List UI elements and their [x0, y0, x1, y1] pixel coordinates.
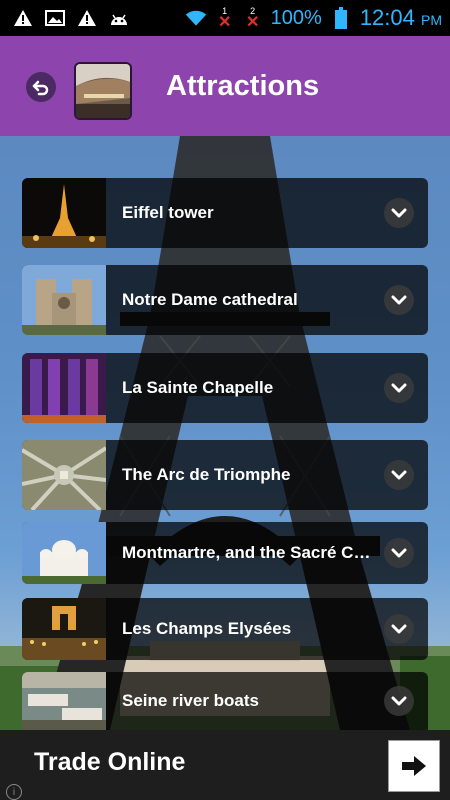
thumbnail-notre-dame	[22, 265, 106, 335]
list-item[interactable]: Notre Dame cathedral	[22, 265, 428, 335]
list-item-label: Seine river boats	[122, 691, 260, 710]
thumbnail-seine-boats	[22, 672, 106, 730]
ad-go-button[interactable]	[388, 740, 440, 792]
list-item[interactable]: The Arc de Triomphe	[22, 440, 428, 510]
list-item[interactable]: Eiffel tower	[22, 178, 428, 248]
list-item-label: Notre Dame cathedral	[122, 290, 298, 309]
thumbnail-eiffel-tower	[22, 178, 106, 248]
image-icon	[44, 7, 66, 29]
android-icon	[108, 7, 130, 29]
chevron-down-icon[interactable]	[384, 538, 414, 568]
list-item-label: La Sainte Chapelle	[122, 378, 274, 397]
list-item[interactable]: La Sainte Chapelle	[22, 353, 428, 423]
arrow-right-icon	[402, 756, 426, 776]
chevron-down-icon[interactable]	[384, 686, 414, 716]
battery-icon	[330, 7, 352, 29]
clock-time: 12:04	[359, 5, 415, 30]
back-button[interactable]	[26, 72, 56, 102]
clock-ampm: PM	[421, 12, 442, 28]
thumbnail-champs-elysees	[22, 598, 106, 660]
chevron-down-icon[interactable]	[384, 614, 414, 644]
page-title: Attractions	[166, 70, 320, 102]
list-item-label: The Arc de Triomphe	[122, 465, 291, 484]
list-item[interactable]: Montmartre, and the Sacré Coeur	[22, 522, 428, 584]
ad-banner[interactable]: Trade Online i	[0, 730, 450, 800]
thumbnail-arc-de-triomphe	[22, 440, 108, 510]
app-bar: Attractions	[0, 36, 450, 136]
signal-x-icon: 2 ✕	[245, 5, 260, 31]
list-item-label: Les Champs Elysées	[122, 619, 292, 638]
warning-icon	[12, 7, 34, 29]
ad-text: Trade Online	[34, 748, 186, 776]
battery-percent: 100%	[270, 6, 322, 29]
list-item-label: Eiffel tower	[122, 203, 214, 222]
status-bar: 1 ✕ 2 ✕ 100% 12:04 PM	[0, 0, 450, 36]
chevron-down-icon[interactable]	[384, 198, 414, 228]
list-item[interactable]: Les Champs Elysées	[22, 598, 428, 660]
signal-x-icon: 1 ✕	[217, 5, 232, 31]
chevron-down-icon[interactable]	[384, 373, 414, 403]
list-item[interactable]: Seine river boats	[22, 672, 428, 730]
back-arrow-icon	[32, 80, 49, 96]
clock: 12:04 PM	[360, 5, 442, 31]
wifi-icon	[185, 7, 207, 29]
thumbnail-sainte-chapelle	[22, 353, 106, 423]
list-item-label: Montmartre, and the Sacré Coeur	[122, 543, 384, 562]
warning-icon	[76, 7, 98, 29]
thumbnail-montmartre	[22, 522, 106, 584]
chevron-down-icon[interactable]	[384, 460, 414, 490]
ad-info-icon[interactable]: i	[6, 784, 22, 800]
app-thumbnail	[74, 62, 132, 120]
chevron-down-icon[interactable]	[384, 285, 414, 315]
